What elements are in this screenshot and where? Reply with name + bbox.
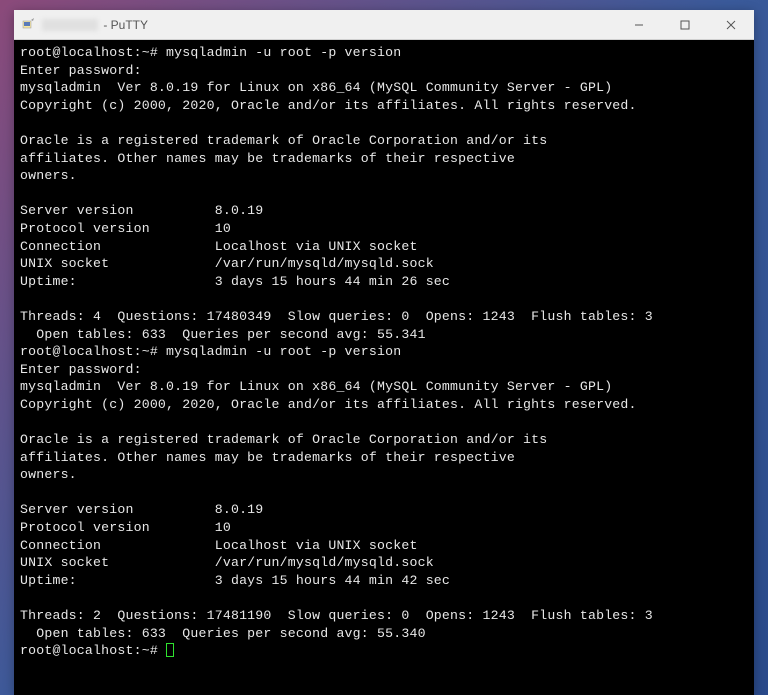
putty-window: - PuTTY root@localhost:~# mysqladmin -u … [14,10,754,695]
output-line: Copyright (c) 2000, 2020, Oracle and/or … [20,98,637,113]
output-line: Uptime: 3 days 15 hours 44 min 42 sec [20,573,450,588]
window-controls [616,10,754,39]
output-line: mysqladmin Ver 8.0.19 for Linux on x86_6… [20,80,612,95]
redacted-host [42,19,98,31]
output-line: Oracle is a registered trademark of Orac… [20,432,547,447]
output-line: Threads: 2 Questions: 17481190 Slow quer… [20,608,653,623]
shell-prompt: root@localhost:~# [20,643,166,658]
output-line: Oracle is a registered trademark of Orac… [20,133,547,148]
maximize-button[interactable] [662,10,708,39]
output-line: affiliates. Other names may be trademark… [20,151,515,166]
output-line: Open tables: 633 Queries per second avg:… [20,327,426,342]
titlebar-left: - PuTTY [14,17,148,33]
output-line: Threads: 4 Questions: 17480349 Slow quer… [20,309,653,324]
output-line: UNIX socket /var/run/mysqld/mysqld.sock [20,555,434,570]
output-line: mysqladmin Ver 8.0.19 for Linux on x86_6… [20,379,612,394]
output-line: Uptime: 3 days 15 hours 44 min 26 sec [20,274,450,289]
output-line: Protocol version 10 [20,520,231,535]
output-line: Open tables: 633 Queries per second avg:… [20,626,426,641]
output-line: Server version 8.0.19 [20,502,263,517]
window-titlebar[interactable]: - PuTTY [14,10,754,40]
output-line: Connection Localhost via UNIX socket [20,538,418,553]
output-line: Enter password: [20,362,142,377]
output-line: root@localhost:~# mysqladmin -u root -p … [20,45,401,60]
output-line: Protocol version 10 [20,221,231,236]
output-line: root@localhost:~# mysqladmin -u root -p … [20,344,401,359]
minimize-button[interactable] [616,10,662,39]
output-line: Connection Localhost via UNIX socket [20,239,418,254]
output-line: Server version 8.0.19 [20,203,263,218]
window-title: - PuTTY [42,18,148,32]
output-line: UNIX socket /var/run/mysqld/mysqld.sock [20,256,434,271]
output-line: affiliates. Other names may be trademark… [20,450,515,465]
output-line: Copyright (c) 2000, 2020, Oracle and/or … [20,397,637,412]
output-line: Enter password: [20,63,142,78]
close-button[interactable] [708,10,754,39]
putty-icon [20,17,36,33]
output-line: owners. [20,168,77,183]
terminal-output[interactable]: root@localhost:~# mysqladmin -u root -p … [14,40,754,695]
terminal-cursor [166,643,174,657]
output-line: owners. [20,467,77,482]
